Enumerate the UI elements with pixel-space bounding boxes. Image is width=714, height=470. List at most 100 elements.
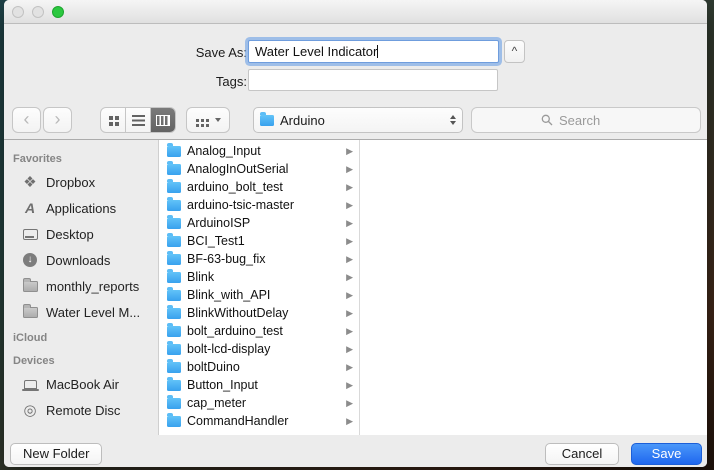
file-row[interactable]: boltDuino ▶ (159, 358, 359, 376)
save-button[interactable]: Save (631, 443, 702, 465)
save-as-label: Save As: (137, 45, 247, 60)
folder-icon (260, 115, 274, 126)
file-column: Analog_Input ▶ AnalogInOutSerial ▶ ardui… (159, 140, 360, 435)
file-name: Button_Input (187, 378, 340, 392)
arrange-menu-button[interactable] (186, 107, 230, 133)
file-name: BF-63-bug_fix (187, 252, 340, 266)
folder-icon (21, 281, 39, 292)
column-view-button[interactable] (151, 108, 175, 132)
sidebar-item-label: MacBook Air (46, 377, 119, 392)
file-row[interactable]: BlinkWithoutDelay ▶ (159, 304, 359, 322)
back-button[interactable]: ‹ (12, 107, 41, 133)
sidebar-item-macbook-air[interactable]: MacBook Air (4, 371, 158, 397)
close-button[interactable] (12, 6, 24, 18)
sidebar-item-label: Desktop (46, 227, 94, 242)
file-row[interactable]: Blink ▶ (159, 268, 359, 286)
file-row[interactable]: Button_Input ▶ (159, 376, 359, 394)
collapse-expand-button[interactable]: ^ (504, 40, 525, 63)
file-name: boltDuino (187, 360, 340, 374)
tags-input[interactable] (248, 69, 498, 91)
file-name: arduino-tsic-master (187, 198, 340, 212)
sidebar-section: Devices MacBook Air ◎ Remote Disc (4, 348, 158, 423)
arrange-icon (196, 119, 199, 122)
folder-icon (167, 344, 181, 355)
folder-icon (167, 200, 181, 211)
sidebar-section: iCloud (4, 325, 158, 348)
save-dialog-window: Save As: Water Level Indicator ^ Tags: ‹… (4, 0, 707, 467)
minimize-button[interactable] (32, 6, 44, 18)
sidebar-item-monthly-reports[interactable]: monthly_reports (4, 273, 158, 299)
icon-view-icon (109, 116, 118, 125)
laptop-icon (21, 380, 39, 389)
file-name: arduino_bolt_test (187, 180, 340, 194)
save-as-value: Water Level Indicator (255, 44, 377, 59)
sidebar-item-dropbox[interactable]: ❖ Dropbox (4, 169, 158, 195)
sidebar-item-label: Applications (46, 201, 116, 216)
file-row[interactable]: BF-63-bug_fix ▶ (159, 250, 359, 268)
disclosure-triangle-icon: ▶ (346, 146, 353, 157)
file-row[interactable]: Analog_Input ▶ (159, 142, 359, 160)
location-popup[interactable]: Arduino (253, 107, 463, 133)
file-row[interactable]: Blink_with_API ▶ (159, 286, 359, 304)
view-mode-segmented-control (100, 107, 176, 133)
folder-icon (167, 218, 181, 229)
disclosure-triangle-icon: ▶ (346, 200, 353, 211)
folder-icon (167, 272, 181, 283)
sidebar-item-desktop[interactable]: Desktop (4, 221, 158, 247)
zoom-button[interactable] (52, 6, 64, 18)
file-name: CommandHandler (187, 414, 340, 428)
file-row[interactable]: cap_meter ▶ (159, 394, 359, 412)
disclosure-triangle-icon: ▶ (346, 254, 353, 265)
file-row[interactable]: AnalogInOutSerial ▶ (159, 160, 359, 178)
popup-stepper-icon (450, 115, 456, 125)
sidebar-item-remote-disc[interactable]: ◎ Remote Disc (4, 397, 158, 423)
sidebar-item-applications[interactable]: A Applications (4, 195, 158, 221)
disclosure-triangle-icon: ▶ (346, 362, 353, 373)
file-row[interactable]: ArduinoISP ▶ (159, 214, 359, 232)
footer-bar: New Folder Cancel Save (4, 435, 707, 467)
disclosure-triangle-icon: ▶ (346, 344, 353, 355)
file-name: Blink (187, 270, 340, 284)
file-row[interactable]: CommandHandler ▶ (159, 412, 359, 430)
desktop-icon (21, 229, 39, 240)
file-name: BlinkWithoutDelay (187, 306, 340, 320)
file-name: Blink_with_API (187, 288, 340, 302)
sidebar-section-title: Devices (4, 348, 158, 371)
sidebar-item-label: Water Level M... (46, 305, 140, 320)
list-view-icon (132, 115, 145, 126)
search-input[interactable] (557, 112, 631, 129)
back-icon: ‹ (24, 110, 30, 128)
disclosure-triangle-icon: ▶ (346, 308, 353, 319)
chevron-down-icon (215, 118, 221, 122)
file-name: Analog_Input (187, 144, 340, 158)
sidebar-item-label: Remote Disc (46, 403, 120, 418)
save-as-input[interactable]: Water Level Indicator (248, 40, 499, 63)
file-row[interactable]: BCI_Test1 ▶ (159, 232, 359, 250)
sidebar-item-water-level-m[interactable]: Water Level M... (4, 299, 158, 325)
list-view-button[interactable] (126, 108, 151, 132)
sidebar-item-downloads[interactable]: ↓ Downloads (4, 247, 158, 273)
file-row[interactable]: arduino_bolt_test ▶ (159, 178, 359, 196)
search-field[interactable] (471, 107, 701, 133)
forward-button[interactable]: › (43, 107, 72, 133)
disclosure-triangle-icon: ▶ (346, 272, 353, 283)
file-browser: Favorites ❖ Dropbox A Applications Deskt… (4, 139, 707, 436)
sidebar-item-label: Downloads (46, 253, 110, 268)
disclosure-triangle-icon: ▶ (346, 416, 353, 427)
file-row[interactable]: bolt_arduino_test ▶ (159, 322, 359, 340)
new-folder-button[interactable]: New Folder (10, 443, 102, 465)
disc-icon: ◎ (21, 403, 39, 418)
sidebar-section: Favorites ❖ Dropbox A Applications Deskt… (4, 146, 158, 325)
cancel-button[interactable]: Cancel (545, 443, 619, 465)
sidebar-section-title: iCloud (4, 325, 158, 348)
icon-view-button[interactable] (101, 108, 126, 132)
file-row[interactable]: bolt-lcd-display ▶ (159, 340, 359, 358)
downloads-icon: ↓ (21, 253, 39, 267)
file-row[interactable]: arduino-tsic-master ▶ (159, 196, 359, 214)
file-name: cap_meter (187, 396, 340, 410)
tags-label: Tags: (137, 74, 247, 89)
disclosure-triangle-icon: ▶ (346, 326, 353, 337)
column-view-icon (156, 115, 170, 126)
folder-icon (167, 146, 181, 157)
folder-icon (167, 308, 181, 319)
